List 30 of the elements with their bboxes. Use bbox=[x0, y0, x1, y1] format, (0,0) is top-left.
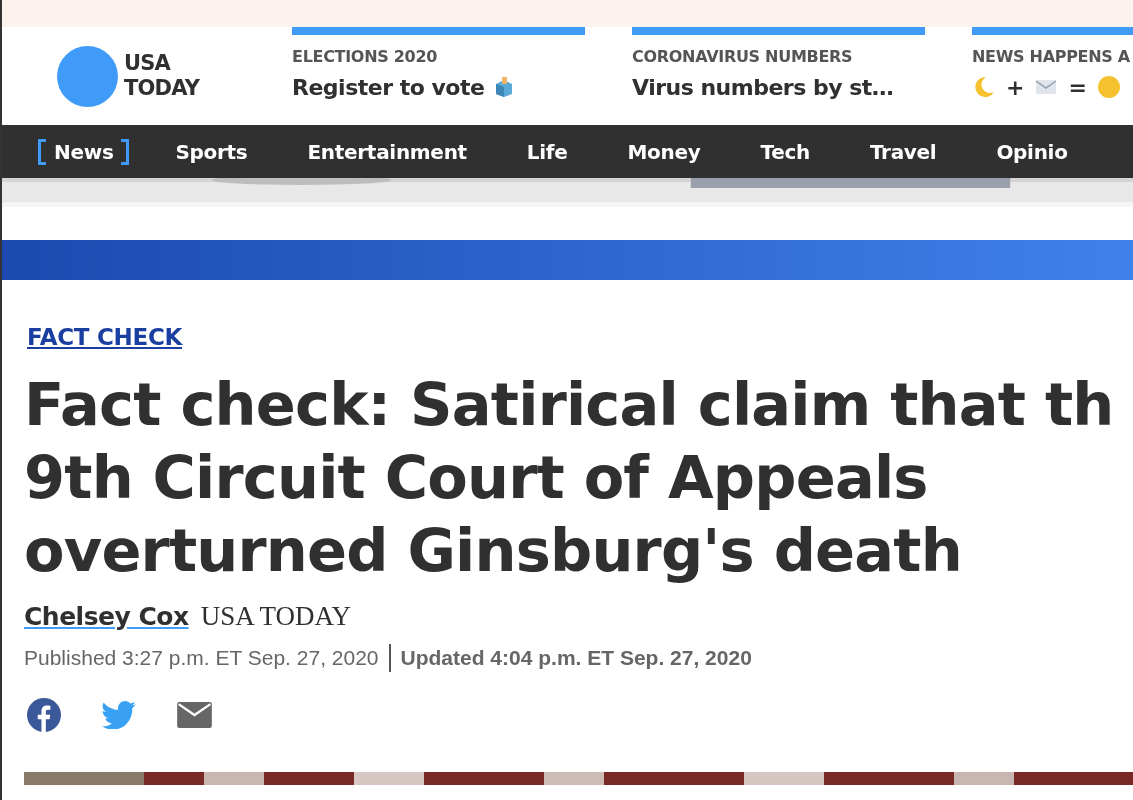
promo-headline[interactable]: Register to vote bbox=[292, 74, 485, 100]
nav-tab[interactable]: Entertainment bbox=[307, 139, 467, 164]
emoji-icon bbox=[1096, 75, 1121, 99]
published-date: Published 3:27 p.m. ET Sep. 27, 2020 bbox=[24, 646, 379, 670]
moon-icon bbox=[972, 75, 996, 99]
bird-icon[interactable] bbox=[102, 701, 136, 729]
promo-kicker: ELECTIONS 2020 bbox=[292, 47, 439, 66]
headline-line: overturned Ginsburg's death bbox=[24, 515, 963, 587]
logo-text[interactable]: USA TODAY bbox=[124, 51, 200, 101]
outlet-name: USA TODAY bbox=[200, 601, 351, 632]
nav-tab[interactable]: News bbox=[38, 138, 130, 165]
equals-sign: = bbox=[1068, 74, 1087, 100]
nav-tab[interactable]: Money bbox=[627, 139, 701, 164]
nav-tab[interactable]: Travel bbox=[869, 139, 937, 164]
updated-date: Updated 4:04 p.m. ET Sep. 27, 2020 bbox=[400, 646, 752, 670]
logo-icon bbox=[57, 45, 118, 107]
nav-tab[interactable]: Tech bbox=[760, 139, 810, 164]
headline-line: Fact check: Satirical claim that th bbox=[24, 369, 1115, 441]
promo-kicker: CORONAVIRUS NUMBERS bbox=[632, 47, 854, 66]
promo-kicker: NEWS HAPPENS A bbox=[972, 47, 1131, 66]
plus-sign: + bbox=[1006, 74, 1025, 100]
nav-tab[interactable]: Opinio bbox=[996, 139, 1068, 164]
facebook-icon[interactable] bbox=[27, 698, 61, 732]
nav-tab[interactable]: Sports bbox=[175, 139, 248, 164]
section-link[interactable]: FACT CHECK bbox=[27, 324, 182, 350]
email-icon[interactable] bbox=[177, 702, 212, 728]
promo-headline[interactable]: Virus numbers by st… bbox=[632, 74, 894, 100]
headline-line: 9th Circuit Court of Appeals bbox=[24, 442, 929, 514]
author-link[interactable]: Chelsey Cox bbox=[24, 602, 189, 631]
nav-tab[interactable]: Life bbox=[526, 139, 568, 164]
